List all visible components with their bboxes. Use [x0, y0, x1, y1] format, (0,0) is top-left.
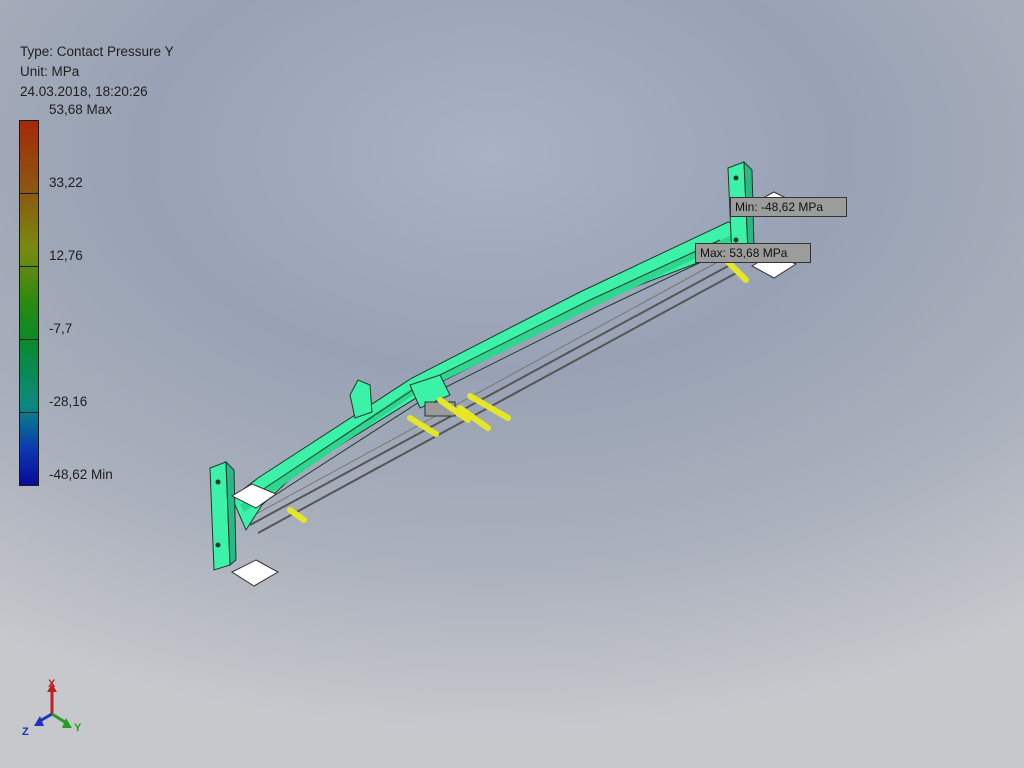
left-end-plate	[209, 460, 237, 571]
triad-z-label: Z	[22, 726, 29, 738]
max-callout[interactable]: Max: 53,68 MPa	[695, 243, 811, 263]
model-viewport[interactable]	[0, 0, 1024, 768]
min-callout[interactable]: Min: -48,62 MPa	[730, 197, 847, 217]
triad-x-label: X	[48, 678, 56, 690]
lower-rails	[244, 257, 739, 534]
view-triad[interactable]: X Y Z	[18, 678, 88, 743]
triad-y-label: Y	[74, 722, 82, 734]
main-beam	[231, 221, 749, 532]
